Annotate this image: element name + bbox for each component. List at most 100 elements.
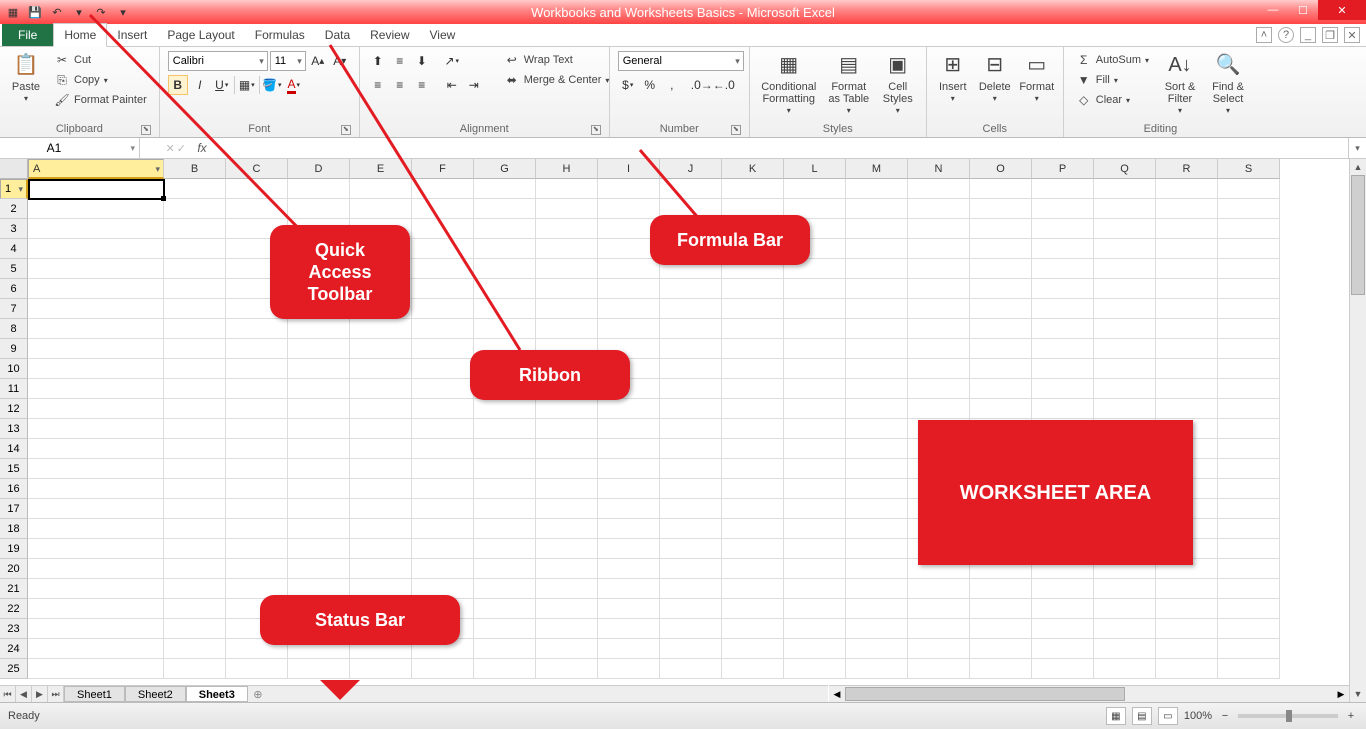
cell[interactable] xyxy=(474,299,536,319)
merge-center-button[interactable]: ⬌Merge & Center▾ xyxy=(500,71,614,89)
cell[interactable] xyxy=(28,279,164,299)
cell[interactable] xyxy=(846,259,908,279)
cell[interactable] xyxy=(660,279,722,299)
cell[interactable] xyxy=(1094,639,1156,659)
cell[interactable] xyxy=(598,399,660,419)
row-header[interactable]: 11 xyxy=(0,379,28,399)
cell[interactable] xyxy=(1218,439,1280,459)
cell[interactable] xyxy=(970,319,1032,339)
row-header[interactable]: 1 xyxy=(0,179,28,199)
cell[interactable] xyxy=(474,539,536,559)
cell[interactable] xyxy=(474,319,536,339)
cell[interactable] xyxy=(350,179,412,199)
row-header[interactable]: 20 xyxy=(0,559,28,579)
cell[interactable] xyxy=(1218,599,1280,619)
cell[interactable] xyxy=(660,359,722,379)
cell[interactable] xyxy=(226,499,288,519)
cell[interactable] xyxy=(908,239,970,259)
cell[interactable] xyxy=(226,419,288,439)
ribbon-minimize-button[interactable]: ˄ xyxy=(1256,27,1272,43)
cell[interactable] xyxy=(1156,319,1218,339)
cell[interactable] xyxy=(970,639,1032,659)
fill-color-button[interactable]: 🪣 xyxy=(262,75,282,95)
cell[interactable] xyxy=(164,259,226,279)
workbook-close[interactable]: ✕ xyxy=(1344,27,1360,43)
cell[interactable] xyxy=(846,359,908,379)
cell[interactable] xyxy=(28,299,164,319)
cell[interactable] xyxy=(970,199,1032,219)
cell[interactable] xyxy=(1032,399,1094,419)
row-header[interactable]: 6 xyxy=(0,279,28,299)
cell[interactable] xyxy=(784,639,846,659)
cell[interactable] xyxy=(226,519,288,539)
scroll-up-arrow[interactable]: ▲ xyxy=(1350,159,1366,175)
format-as-table-button[interactable]: ▤Format as Table▾ xyxy=(826,51,872,117)
cell[interactable] xyxy=(412,399,474,419)
fill-button[interactable]: ▼Fill▾ xyxy=(1072,71,1153,89)
cell[interactable] xyxy=(1218,579,1280,599)
column-header[interactable]: B xyxy=(164,159,226,179)
cell[interactable] xyxy=(970,379,1032,399)
cell[interactable] xyxy=(722,499,784,519)
cell[interactable] xyxy=(164,639,226,659)
cell[interactable] xyxy=(908,259,970,279)
cell[interactable] xyxy=(1094,599,1156,619)
maximize-button[interactable]: ☐ xyxy=(1288,0,1318,20)
cell[interactable] xyxy=(474,199,536,219)
cell[interactable] xyxy=(350,339,412,359)
cell[interactable] xyxy=(1094,399,1156,419)
cell[interactable] xyxy=(784,279,846,299)
column-header[interactable]: I xyxy=(598,159,660,179)
row-header[interactable]: 19 xyxy=(0,539,28,559)
cell[interactable] xyxy=(226,439,288,459)
cell[interactable] xyxy=(288,179,350,199)
vertical-scrollbar[interactable]: ▲ ▼ xyxy=(1349,159,1366,702)
cell[interactable] xyxy=(908,279,970,299)
underline-button[interactable]: U xyxy=(212,75,232,95)
cell[interactable] xyxy=(1156,199,1218,219)
grow-font-button[interactable]: A▴ xyxy=(308,51,328,71)
cell[interactable] xyxy=(536,479,598,499)
increase-indent-button[interactable]: ⇥ xyxy=(464,75,484,95)
cell[interactable] xyxy=(474,259,536,279)
cell[interactable] xyxy=(350,519,412,539)
cell[interactable] xyxy=(908,179,970,199)
column-header[interactable]: O xyxy=(970,159,1032,179)
cell[interactable] xyxy=(1218,619,1280,639)
cell[interactable] xyxy=(350,199,412,219)
cell[interactable] xyxy=(28,239,164,259)
cell[interactable] xyxy=(1094,359,1156,379)
cell[interactable] xyxy=(536,639,598,659)
cell[interactable] xyxy=(288,659,350,679)
align-right-button[interactable]: ≡ xyxy=(412,75,432,95)
cell[interactable] xyxy=(722,359,784,379)
cell[interactable] xyxy=(474,279,536,299)
cell[interactable] xyxy=(28,179,164,199)
cell[interactable] xyxy=(970,279,1032,299)
cell[interactable] xyxy=(846,299,908,319)
cell[interactable] xyxy=(164,399,226,419)
cell[interactable] xyxy=(846,339,908,359)
column-header[interactable]: D xyxy=(288,159,350,179)
cell[interactable] xyxy=(1218,479,1280,499)
cell[interactable] xyxy=(598,179,660,199)
cell[interactable] xyxy=(598,499,660,519)
cell[interactable] xyxy=(784,559,846,579)
cell[interactable] xyxy=(1156,599,1218,619)
cell[interactable] xyxy=(1156,179,1218,199)
cell[interactable] xyxy=(474,419,536,439)
cell[interactable] xyxy=(536,219,598,239)
cell[interactable] xyxy=(536,519,598,539)
row-header[interactable]: 22 xyxy=(0,599,28,619)
cell[interactable] xyxy=(1032,619,1094,639)
cell[interactable] xyxy=(412,459,474,479)
cell[interactable] xyxy=(598,659,660,679)
cell[interactable] xyxy=(1156,279,1218,299)
cell[interactable] xyxy=(846,619,908,639)
cell[interactable] xyxy=(350,499,412,519)
cell[interactable] xyxy=(784,619,846,639)
help-button[interactable]: ? xyxy=(1278,27,1294,43)
font-color-button[interactable]: A xyxy=(284,75,304,95)
cell[interactable] xyxy=(412,659,474,679)
cell[interactable] xyxy=(28,219,164,239)
